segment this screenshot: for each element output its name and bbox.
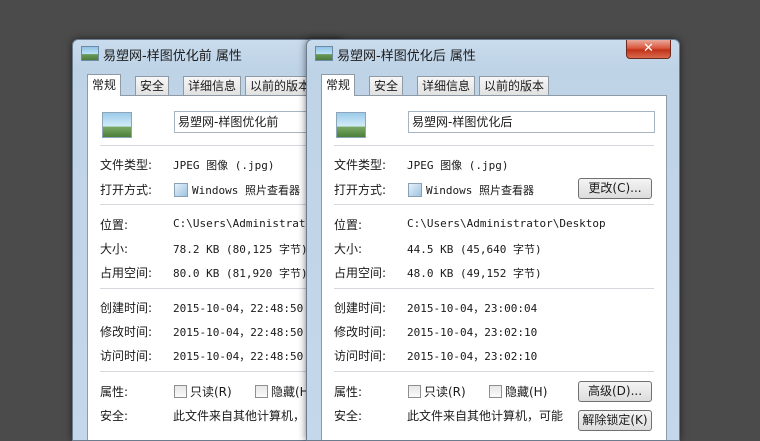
divider [334, 204, 654, 205]
attributes-label: 属性: [100, 385, 129, 399]
created-label: 创建时间: [334, 301, 387, 315]
divider [334, 145, 654, 146]
properties-window-after[interactable]: 易塑网-样图优化后 属性 ✕ 常规 安全 详细信息 以前的版本 易塑网-样图优化… [306, 39, 680, 441]
size-value: 78.2 KB (80,125 字节) [173, 243, 308, 256]
title-bar[interactable]: 易塑网-样图优化前 属性 [73, 40, 343, 66]
open-with-value: Windows 照片查看器 [426, 184, 534, 197]
window-title: 易塑网-样图优化前 属性 [103, 49, 242, 64]
hidden-checkbox[interactable] [255, 385, 268, 398]
modified-label: 修改时间: [334, 325, 387, 339]
image-thumbnail-icon [102, 112, 132, 138]
location-value: C:\Users\Administrator\Desktop [407, 217, 606, 230]
tab-general[interactable]: 常规 [87, 74, 122, 96]
size-on-disk-value: 80.0 KB (81,920 字节) [173, 267, 308, 280]
change-button[interactable]: 更改(C)... [578, 178, 652, 199]
tab-previous-versions[interactable]: 以前的版本 [245, 76, 316, 95]
tab-previous-versions[interactable]: 以前的版本 [479, 76, 550, 95]
size-on-disk-label: 占用空间: [100, 266, 153, 280]
location-label: 位置: [100, 218, 129, 232]
open-with-label: 打开方式: [100, 183, 153, 197]
hidden-label: 隐藏(H) [505, 385, 548, 399]
readonly-label: 只读(R) [190, 385, 232, 399]
tab-security[interactable]: 安全 [369, 76, 404, 95]
size-label: 大小: [334, 242, 363, 256]
security-text: 此文件来自其他计算机， [173, 409, 306, 423]
divider [334, 371, 654, 372]
accessed-value: 2015-10-04，22:48:50 [173, 350, 304, 363]
close-icon: ✕ [643, 41, 654, 56]
open-with-label: 打开方式: [334, 183, 387, 197]
file-type-label: 文件类型: [334, 158, 387, 172]
file-type-label: 文件类型: [100, 158, 153, 172]
photo-viewer-icon [408, 183, 422, 197]
tab-general[interactable]: 常规 [321, 74, 356, 96]
unblock-button[interactable]: 解除锁定(K) [578, 410, 652, 431]
window-title: 易塑网-样图优化后 属性 [337, 49, 476, 64]
tab-security[interactable]: 安全 [135, 76, 170, 95]
modified-label: 修改时间: [100, 325, 153, 339]
location-value: C:\Users\Administrator [173, 217, 319, 230]
size-on-disk-value: 48.0 KB (49,152 字节) [407, 267, 542, 280]
created-label: 创建时间: [100, 301, 153, 315]
properties-window-before[interactable]: 易塑网-样图优化前 属性 常规 安全 详细信息 以前的版本 易塑网-样图优化前 … [72, 39, 344, 441]
title-bar[interactable]: 易塑网-样图优化后 属性 ✕ [307, 40, 679, 66]
readonly-checkbox[interactable] [174, 385, 187, 398]
general-panel: 易塑网-样图优化后 文件类型: JPEG 图像 (.jpg) 打开方式: Win… [321, 95, 667, 440]
file-type-value: JPEG 图像 (.jpg) [407, 159, 509, 172]
accessed-label: 访问时间: [100, 349, 153, 363]
hidden-checkbox[interactable] [489, 385, 502, 398]
size-on-disk-label: 占用空间: [334, 266, 387, 280]
size-value: 44.5 KB (45,640 字节) [407, 243, 542, 256]
security-label: 安全: [334, 409, 363, 423]
accessed-value: 2015-10-04，23:02:10 [407, 350, 538, 363]
file-type-value: JPEG 图像 (.jpg) [173, 159, 275, 172]
accessed-label: 访问时间: [334, 349, 387, 363]
created-value: 2015-10-04，23:00:04 [407, 302, 538, 315]
modified-value: 2015-10-04，23:02:10 [407, 326, 538, 339]
attributes-label: 属性: [334, 385, 363, 399]
divider [334, 288, 654, 289]
image-file-icon [315, 46, 333, 61]
open-with-value: Windows 照片查看器 [192, 184, 300, 197]
security-label: 安全: [100, 409, 129, 423]
tab-details[interactable]: 详细信息 [183, 76, 242, 95]
tab-details[interactable]: 详细信息 [417, 76, 476, 95]
hidden-label: 隐藏(H [271, 385, 309, 399]
image-thumbnail-icon [336, 112, 366, 138]
advanced-button[interactable]: 高级(D)... [578, 381, 652, 402]
image-file-icon [81, 46, 99, 61]
close-button[interactable]: ✕ [626, 40, 671, 59]
readonly-checkbox[interactable] [408, 385, 421, 398]
filename-field[interactable]: 易塑网-样图优化后 [408, 111, 655, 133]
location-label: 位置: [334, 218, 363, 232]
security-text: 此文件来自其他计算机，可能 [407, 409, 564, 423]
size-label: 大小: [100, 242, 129, 256]
readonly-label: 只读(R) [424, 385, 466, 399]
created-value: 2015-10-04，22:48:50 [173, 302, 304, 315]
modified-value: 2015-10-04，22:48:50 [173, 326, 304, 339]
photo-viewer-icon [174, 183, 188, 197]
